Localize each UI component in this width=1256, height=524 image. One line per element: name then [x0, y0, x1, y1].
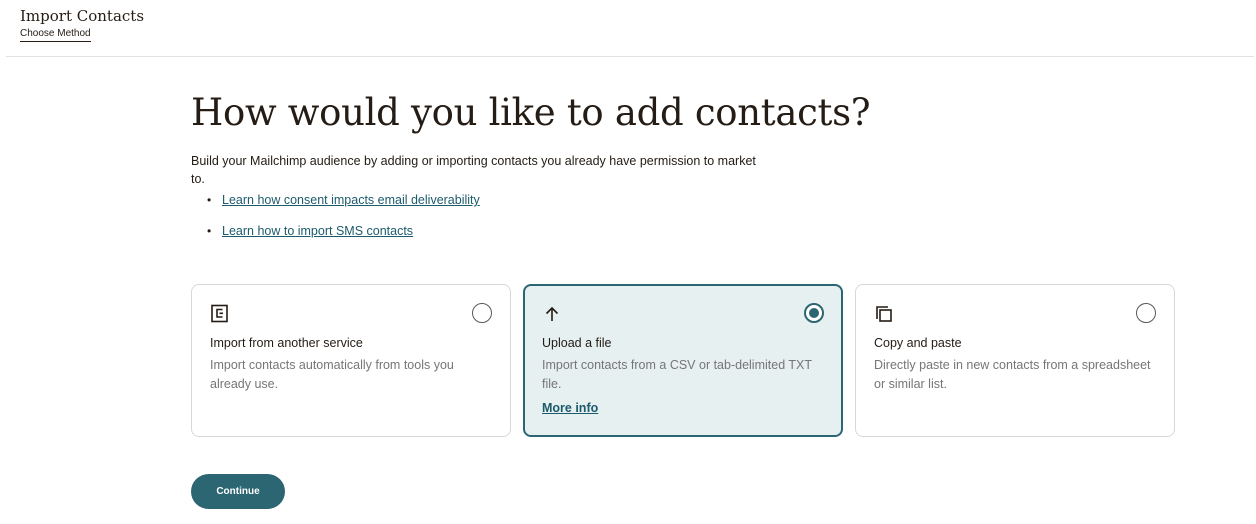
option-card-import-service[interactable]: Import from another service Import conta… — [191, 284, 511, 437]
import-service-icon — [210, 304, 230, 324]
app-title: Import Contacts — [20, 7, 145, 25]
option-radio-selected[interactable] — [804, 303, 824, 323]
option-description: Import contacts from a CSV or tab-delimi… — [542, 358, 812, 391]
page-title: How would you like to add contacts? — [191, 91, 871, 134]
import-method-options: Import from another service Import conta… — [191, 284, 1176, 438]
option-radio[interactable] — [1136, 303, 1156, 323]
bullet-icon: • — [207, 193, 212, 207]
import-sms-contacts-link[interactable]: Learn how to import SMS contacts — [222, 223, 413, 239]
option-radio[interactable] — [472, 303, 492, 323]
consent-deliverability-link[interactable]: Learn how consent impacts email delivera… — [222, 192, 480, 208]
bullet-icon: • — [207, 224, 212, 238]
top-bar: Import Contacts Choose Method — [0, 0, 1256, 57]
option-title: Import from another service — [210, 336, 363, 350]
help-links: • Learn how consent impacts email delive… — [207, 192, 480, 254]
option-title: Upload a file — [542, 336, 612, 350]
step-label-choose-method[interactable]: Choose Method — [20, 28, 91, 42]
option-description: Import contacts automatically from tools… — [210, 358, 454, 391]
more-info-link[interactable]: More info — [542, 401, 598, 415]
header-divider — [6, 56, 1254, 57]
radio-selected-dot — [809, 308, 819, 318]
help-link-item: • Learn how consent impacts email delive… — [207, 192, 480, 223]
upload-arrow-icon — [542, 304, 562, 324]
help-link-item: • Learn how to import SMS contacts — [207, 223, 480, 254]
option-card-upload-file[interactable]: Upload a file Import contacts from a CSV… — [523, 284, 843, 437]
copy-icon — [874, 304, 894, 324]
intro-text: Build your Mailchimp audience by adding … — [191, 154, 756, 186]
continue-button[interactable]: Continue — [191, 474, 285, 509]
option-card-copy-paste[interactable]: Copy and paste Directly paste in new con… — [855, 284, 1175, 437]
option-title: Copy and paste — [874, 336, 962, 350]
option-description: Directly paste in new contacts from a sp… — [874, 358, 1151, 391]
